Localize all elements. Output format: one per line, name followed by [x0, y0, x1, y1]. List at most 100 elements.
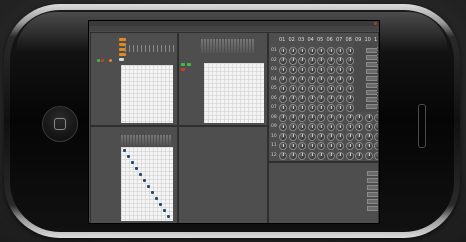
matrix-knob[interactable] — [345, 132, 354, 141]
routing-point[interactable] — [123, 149, 127, 153]
matrix-knob[interactable] — [307, 75, 316, 84]
matrix-knob[interactable] — [345, 75, 354, 84]
close-icon[interactable] — [374, 22, 377, 25]
matrix-knob[interactable] — [307, 132, 316, 141]
matrix-knob[interactable] — [288, 94, 297, 103]
side-control[interactable] — [354, 90, 377, 95]
side-control[interactable] — [354, 69, 377, 74]
matrix-knob[interactable] — [298, 56, 306, 65]
matrix-knob[interactable] — [298, 132, 306, 141]
matrix-knob[interactable] — [326, 66, 335, 74]
matrix-knob[interactable] — [345, 85, 354, 93]
matrix-knob[interactable] — [374, 132, 378, 141]
home-button[interactable] — [42, 106, 78, 142]
matrix-knob[interactable] — [317, 151, 325, 160]
matrix-knob[interactable] — [288, 85, 297, 93]
matrix-knob[interactable] — [298, 94, 306, 103]
matrix-knob[interactable] — [279, 123, 287, 131]
matrix-knob[interactable] — [374, 151, 378, 160]
routing-point[interactable] — [143, 179, 147, 183]
matrix-knob[interactable] — [298, 75, 306, 84]
matrix-knob[interactable] — [364, 151, 373, 160]
matrix-knob[interactable] — [374, 142, 378, 150]
matrix-knob[interactable] — [326, 123, 335, 131]
routing-point[interactable] — [163, 209, 167, 213]
routing-point[interactable] — [159, 203, 163, 207]
matrix-knob[interactable] — [326, 56, 335, 65]
side-control[interactable] — [355, 199, 378, 204]
matrix-knob[interactable] — [364, 113, 373, 122]
matrix-knob[interactable] — [307, 123, 316, 131]
matrix-knob[interactable] — [317, 85, 325, 93]
green-indicator[interactable] — [181, 63, 185, 66]
side-control[interactable] — [355, 185, 378, 190]
matrix-knob[interactable] — [279, 94, 287, 103]
matrix-knob[interactable] — [364, 142, 373, 150]
matrix-knob[interactable] — [307, 47, 316, 55]
matrix-knob[interactable] — [364, 123, 373, 131]
matrix-knob[interactable] — [298, 85, 306, 93]
matrix-knob[interactable] — [326, 151, 335, 160]
matrix-knob[interactable] — [288, 142, 297, 150]
routing-grid[interactable] — [121, 65, 173, 123]
side-control[interactable] — [355, 206, 378, 211]
side-control[interactable] — [354, 104, 377, 109]
side-control[interactable] — [354, 97, 377, 102]
orange-indicator[interactable] — [119, 38, 126, 41]
matrix-knob[interactable] — [307, 66, 316, 74]
matrix-knob[interactable] — [336, 113, 344, 122]
matrix-knob[interactable] — [279, 47, 287, 55]
matrix-knob[interactable] — [279, 56, 287, 65]
matrix-knob[interactable] — [336, 75, 344, 84]
fader-strip[interactable] — [121, 135, 171, 145]
matrix-knob[interactable] — [288, 47, 297, 55]
matrix-knob[interactable] — [307, 142, 316, 150]
matrix-knob[interactable] — [298, 123, 306, 131]
matrix-knob[interactable] — [336, 47, 344, 55]
red-indicator[interactable] — [181, 68, 185, 71]
matrix-knob[interactable] — [364, 132, 373, 141]
matrix-knob[interactable] — [279, 66, 287, 74]
matrix-knob[interactable] — [279, 85, 287, 93]
matrix-knob[interactable] — [374, 123, 378, 131]
side-control[interactable] — [355, 178, 378, 183]
white-indicator[interactable] — [119, 58, 124, 61]
matrix-knob[interactable] — [326, 142, 335, 150]
matrix-knob[interactable] — [317, 123, 325, 131]
routing-point[interactable] — [167, 215, 171, 219]
matrix-knob[interactable] — [345, 123, 354, 131]
matrix-knob[interactable] — [279, 151, 287, 160]
matrix-knob[interactable] — [345, 66, 354, 74]
matrix-knob[interactable] — [317, 66, 325, 74]
routing-point[interactable] — [131, 161, 135, 165]
matrix-knob[interactable] — [288, 66, 297, 74]
matrix-knob[interactable] — [288, 132, 297, 141]
matrix-knob[interactable] — [355, 123, 363, 131]
matrix-knob[interactable] — [326, 94, 335, 103]
matrix-knob[interactable] — [317, 94, 325, 103]
matrix-knob[interactable] — [298, 104, 306, 112]
matrix-knob[interactable] — [355, 113, 363, 122]
routing-grid[interactable] — [204, 63, 264, 123]
matrix-knob[interactable] — [336, 142, 344, 150]
routing-point[interactable] — [147, 185, 151, 189]
matrix-knob[interactable] — [336, 56, 344, 65]
matrix-knob[interactable] — [336, 85, 344, 93]
matrix-knob[interactable] — [336, 132, 344, 141]
orange-indicator[interactable] — [119, 53, 126, 56]
matrix-knob[interactable] — [307, 56, 316, 65]
matrix-knob[interactable] — [307, 94, 316, 103]
side-control[interactable] — [355, 171, 378, 176]
matrix-knob[interactable] — [298, 113, 306, 122]
side-control[interactable] — [354, 62, 377, 67]
matrix-knob[interactable] — [345, 142, 354, 150]
matrix-knob[interactable] — [298, 66, 306, 74]
matrix-knob[interactable] — [288, 75, 297, 84]
matrix-knob[interactable] — [279, 113, 287, 122]
routing-point[interactable] — [139, 173, 143, 177]
matrix-knob[interactable] — [298, 142, 306, 150]
matrix-knob[interactable] — [336, 104, 344, 112]
side-control[interactable] — [354, 76, 377, 81]
matrix-knob[interactable] — [317, 56, 325, 65]
matrix-knob[interactable] — [317, 113, 325, 122]
